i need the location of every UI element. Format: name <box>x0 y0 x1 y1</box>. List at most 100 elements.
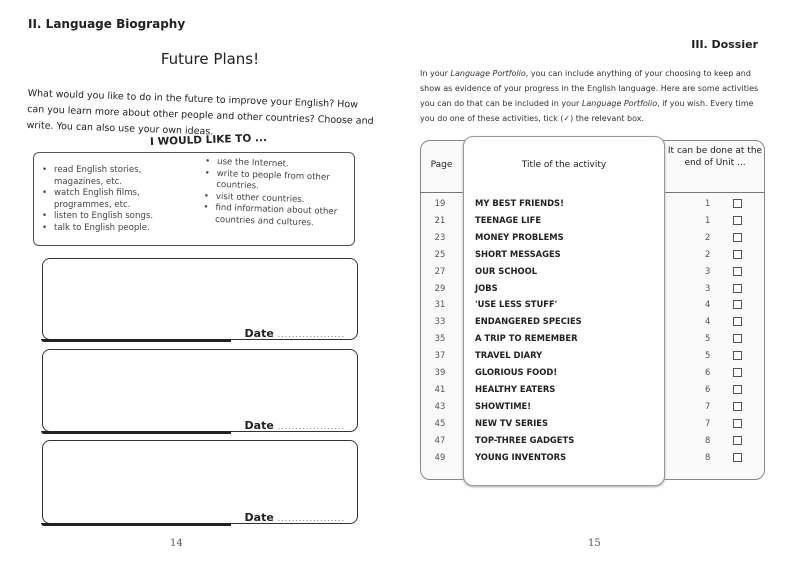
table-row: 31 'USE LESS STUFF' 4 <box>420 299 765 315</box>
page-cell: 49 <box>434 451 446 462</box>
page-cell: 29 <box>434 282 446 293</box>
unit-cell: 1 <box>705 214 711 225</box>
writing-box[interactable]: Date ................... <box>41 440 358 526</box>
unit-cell: 7 <box>705 417 711 428</box>
header-title: Title of the activity <box>521 160 607 170</box>
table-row: 47 TOP-THREE GADGETS 8 <box>420 435 765 451</box>
writing-box[interactable]: Date ................... <box>41 349 358 434</box>
header-page: Page <box>430 160 453 170</box>
tick-checkbox[interactable] <box>733 351 742 361</box>
page-title: Future Plans! <box>160 50 260 68</box>
date-line: ................... <box>277 422 345 431</box>
unit-cell: 2 <box>705 248 711 259</box>
table-row: 23 MONEY PROBLEMS 2 <box>420 232 765 248</box>
tick-checkbox[interactable] <box>733 368 742 377</box>
date-field[interactable]: Date ................... <box>245 511 345 524</box>
intro-text: In your Language Portfolio, you can incl… <box>420 69 759 123</box>
page-cell: 19 <box>434 198 446 208</box>
tick-checkbox[interactable] <box>733 300 742 310</box>
unit-cell: 8 <box>705 451 711 462</box>
title-cell: MONEY PROBLEMS <box>475 231 564 242</box>
page-number: 15 <box>588 538 601 549</box>
idea-item: read English stories, magazines, etc. <box>42 165 192 188</box>
unit-cell: 6 <box>705 383 711 394</box>
title-cell: HEALTHY EATERS <box>475 383 556 394</box>
tick-checkbox[interactable] <box>733 334 742 344</box>
table-row: 25 SHORT MESSAGES 2 <box>420 249 765 265</box>
page-cell: 33 <box>434 316 446 327</box>
unit-cell: 3 <box>705 265 711 276</box>
page-cell: 21 <box>434 214 446 225</box>
table-row: 43 SHOWTIME! 7 <box>420 401 765 417</box>
tick-checkbox[interactable] <box>733 249 742 259</box>
date-line: ................... <box>277 330 345 339</box>
tick-checkbox[interactable] <box>733 283 742 293</box>
tick-checkbox[interactable] <box>733 401 742 411</box>
unit-cell: 2 <box>705 231 711 242</box>
title-cell: GLORIOUS FOOD! <box>475 367 558 377</box>
tick-checkbox[interactable] <box>733 435 742 445</box>
idea-item: talk to English people. <box>42 223 192 235</box>
page-cell: 41 <box>434 383 446 394</box>
tick-checkbox[interactable] <box>733 232 742 242</box>
title-cell: 'USE LESS STUFF' <box>475 299 558 310</box>
page-cell: 27 <box>434 265 446 276</box>
table-row: 41 HEALTHY EATERS 6 <box>420 384 765 400</box>
title-cell: TRAVEL DIARY <box>475 350 543 361</box>
date-label: Date <box>244 327 274 340</box>
table-row: 33 ENDANGERED SPECIES 4 <box>420 316 765 332</box>
unit-cell: 6 <box>705 367 711 377</box>
title-cell: ENDANGERED SPECIES <box>475 316 582 327</box>
date-label: Date <box>244 419 274 432</box>
ideas-list-right: use the Internet.write to people from ot… <box>203 156 350 230</box>
tick-checkbox[interactable] <box>733 384 742 394</box>
title-cell: OUR SCHOOL <box>475 265 538 276</box>
unit-cell: 1 <box>705 198 711 208</box>
unit-cell: 4 <box>705 299 711 310</box>
tick-checkbox[interactable] <box>733 317 742 327</box>
table-row: 37 TRAVEL DIARY 5 <box>420 350 765 366</box>
tick-checkbox[interactable] <box>733 215 742 225</box>
page-cell: 43 <box>434 400 446 411</box>
unit-cell: 7 <box>705 400 711 411</box>
date-field[interactable]: Date ................... <box>245 327 345 340</box>
title-cell: TEENAGE LIFE <box>475 214 542 225</box>
section-heading: III. Dossier <box>691 38 758 51</box>
page-cell: 47 <box>434 434 446 445</box>
ideas-box: read English stories, magazines, etc.wat… <box>33 152 355 246</box>
title-cell: A TRIP TO REMEMBER <box>475 333 578 344</box>
idea-item: listen to English songs. <box>42 211 192 223</box>
unit-cell: 4 <box>705 316 711 327</box>
table-row: 39 GLORIOUS FOOD! 6 <box>420 367 765 383</box>
table-row: 19 MY BEST FRIENDS! 1 <box>420 198 765 214</box>
title-cell: YOUNG INVENTORS <box>475 451 567 462</box>
page-number: 14 <box>170 538 183 549</box>
page-cell: 23 <box>434 231 446 242</box>
date-line: ................... <box>277 514 345 523</box>
unit-cell: 3 <box>705 282 711 293</box>
page-cell: 35 <box>434 333 446 344</box>
table-row: 35 A TRIP TO REMEMBER 5 <box>420 333 765 349</box>
date-label: Date <box>244 511 274 524</box>
tick-checkbox[interactable] <box>733 452 742 462</box>
title-cell: JOBS <box>475 282 498 293</box>
writing-box[interactable]: Date ................... <box>41 258 358 342</box>
page-cell: 25 <box>434 248 446 259</box>
header-unit: It can be done at the end of Unit ... <box>667 146 763 168</box>
date-field[interactable]: Date ................... <box>245 419 345 432</box>
page-cell: 31 <box>434 299 446 310</box>
table-row: 49 YOUNG INVENTORS 8 <box>420 452 765 468</box>
title-cell: NEW TV SERIES <box>475 417 549 428</box>
title-cell: SHOWTIME! <box>475 400 532 411</box>
tick-checkbox[interactable] <box>733 418 742 428</box>
idea-item: watch English films, programmes, etc. <box>42 188 192 211</box>
tick-checkbox[interactable] <box>733 266 742 276</box>
table-row: 29 JOBS 3 <box>420 283 765 299</box>
ideas-list-left: read English stories, magazines, etc.wat… <box>42 165 192 234</box>
tick-checkbox[interactable] <box>733 199 742 208</box>
unit-cell: 8 <box>705 434 711 445</box>
idea-item: find information about other countries a… <box>203 202 349 230</box>
table-row: 27 OUR SCHOOL 3 <box>420 266 765 282</box>
title-cell: MY BEST FRIENDS! <box>475 198 564 208</box>
title-cell: TOP-THREE GADGETS <box>475 434 575 445</box>
